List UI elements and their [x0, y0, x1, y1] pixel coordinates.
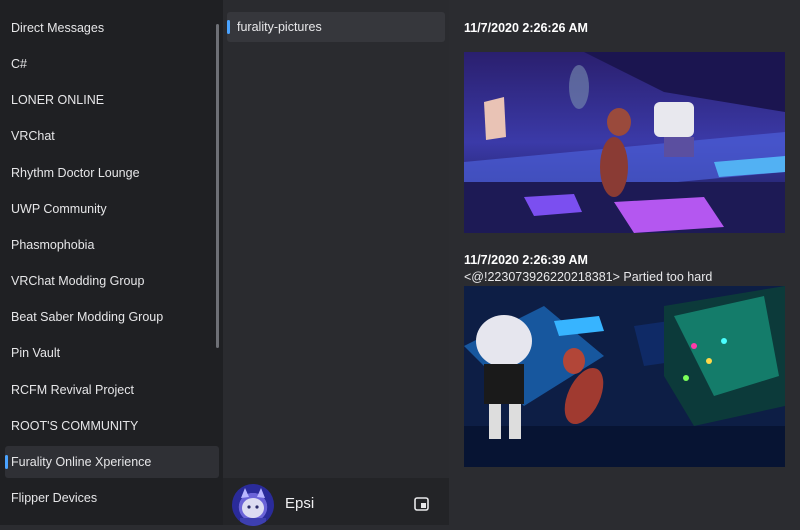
- username: Epsi: [285, 495, 315, 512]
- message-image-club-dance-floor[interactable]: [464, 52, 785, 233]
- server-item-flipper-devices[interactable]: Flipper Devices: [5, 482, 219, 514]
- server-item-rhythm-doctor-lounge[interactable]: Rhythm Doctor Lounge: [5, 157, 219, 189]
- server-item-phasmophobia[interactable]: Phasmophobia: [5, 229, 219, 261]
- server-item-rcfm-revival-project[interactable]: RCFM Revival Project: [5, 374, 219, 406]
- server-item-vrchat[interactable]: VRChat: [5, 120, 219, 152]
- message-list: 11/7/2020 2:26:26 AM 11/7/2020 2:26:39 A…: [449, 0, 800, 525]
- message-text: <@!223073926220218381> Partied too hard: [464, 270, 713, 284]
- server-item-beat-saber-modding-group[interactable]: Beat Saber Modding Group: [5, 301, 219, 333]
- settings-icon[interactable]: [413, 495, 431, 513]
- message-image-avatars-falling[interactable]: [464, 286, 785, 467]
- server-item-roots-community[interactable]: ROOT'S COMMUNITY: [5, 410, 219, 442]
- user-bar: Epsi: [223, 478, 449, 526]
- server-item-furality-online-xperience[interactable]: Furality Online Xperience: [5, 446, 219, 478]
- message-timestamp: 11/7/2020 2:26:39 AM: [464, 253, 588, 267]
- server-item-uwp-community[interactable]: UWP Community: [5, 193, 219, 225]
- server-list-scrollbar[interactable]: [216, 24, 219, 348]
- avatar[interactable]: [232, 484, 274, 526]
- server-list: Direct Messages C# LONER ONLINE VRChat R…: [0, 0, 223, 525]
- server-item-direct-messages[interactable]: Direct Messages: [5, 12, 219, 44]
- server-item-vrchat-modding-group[interactable]: VRChat Modding Group: [5, 265, 219, 297]
- channel-item-furality-pictures[interactable]: furality-pictures: [227, 12, 445, 42]
- server-item-csharp[interactable]: C#: [5, 48, 219, 80]
- server-item-loner-online[interactable]: LONER ONLINE: [5, 84, 219, 116]
- channel-list: furality-pictures: [223, 0, 449, 525]
- message-timestamp: 11/7/2020 2:26:26 AM: [464, 21, 588, 35]
- server-item-pin-vault[interactable]: Pin Vault: [5, 337, 219, 369]
